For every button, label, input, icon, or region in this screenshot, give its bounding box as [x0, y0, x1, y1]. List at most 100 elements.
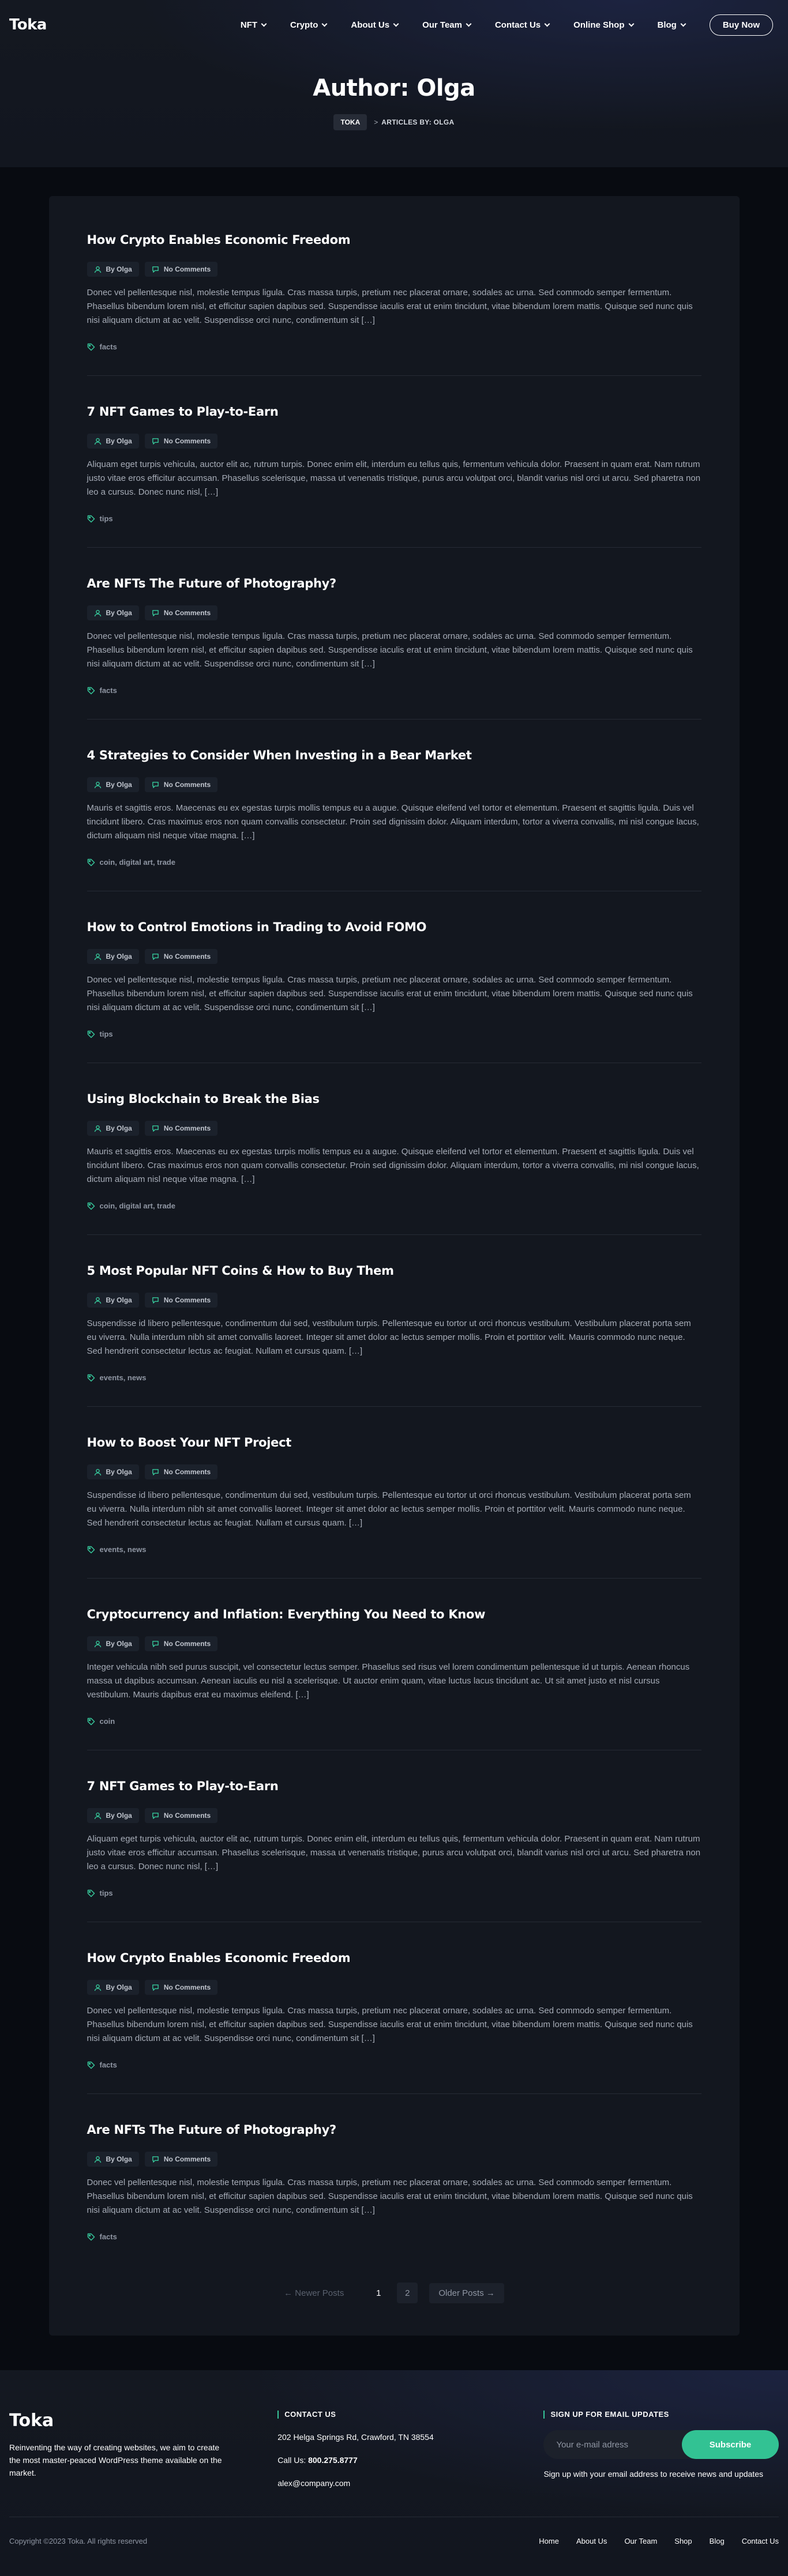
post-tags-links[interactable]: tips — [100, 1889, 113, 1897]
post-author[interactable]: By Olga — [87, 2152, 139, 2167]
post-comments-label: No Comments — [163, 1468, 211, 1476]
post-author[interactable]: By Olga — [87, 1636, 139, 1651]
post-meta: By Olga No Comments — [87, 1808, 701, 1823]
post-author[interactable]: By Olga — [87, 777, 139, 792]
menu-item-blog[interactable]: Blog — [658, 20, 686, 30]
pagination-page-link[interactable]: 2 — [397, 2283, 418, 2303]
menu-item-contact-us[interactable]: Contact Us — [495, 20, 550, 30]
post-tags-links[interactable]: tips — [100, 514, 113, 523]
chevron-down-icon — [261, 21, 267, 27]
post-author-label: By Olga — [106, 1124, 132, 1132]
tag-icon — [87, 515, 95, 522]
post-comments[interactable]: No Comments — [144, 777, 218, 792]
post-author[interactable]: By Olga — [87, 1980, 139, 1995]
post-author[interactable]: By Olga — [87, 605, 139, 620]
post-author[interactable]: By Olga — [87, 262, 139, 277]
site-logo[interactable]: Toka — [9, 16, 47, 33]
post-comments[interactable]: No Comments — [144, 1636, 218, 1651]
post-meta: By Olga No Comments — [87, 434, 701, 449]
menu-item-online-shop[interactable]: Online Shop — [573, 20, 634, 30]
post-tags-links[interactable]: coin, digital art, trade — [100, 1202, 175, 1210]
post-comments[interactable]: No Comments — [144, 1464, 218, 1479]
menu-item-our-team[interactable]: Our Team — [422, 20, 472, 30]
comment-icon — [152, 1468, 159, 1475]
post-tags-links[interactable]: facts — [100, 2061, 117, 2069]
footer-link-contact-us[interactable]: Contact Us — [742, 2537, 779, 2545]
menu-item-nft[interactable]: NFT — [241, 20, 267, 30]
buy-now-button[interactable]: Buy Now — [709, 14, 773, 36]
post-comments[interactable]: No Comments — [144, 434, 218, 449]
post-tags-links[interactable]: facts — [100, 2232, 117, 2241]
footer-contact: CONTACT US 202 Helga Springs Rd, Crawfor… — [277, 2411, 543, 2488]
post-title-link[interactable]: How to Control Emotions in Trading to Av… — [87, 920, 701, 934]
post-comments[interactable]: No Comments — [144, 262, 218, 277]
breadcrumb-home-link[interactable]: TOKA — [333, 114, 367, 130]
post-author[interactable]: By Olga — [87, 434, 139, 449]
post-title-link[interactable]: Are NFTs The Future of Photography? — [87, 577, 701, 590]
post-title-link[interactable]: How Crypto Enables Economic Freedom — [87, 233, 701, 247]
post-author[interactable]: By Olga — [87, 949, 139, 964]
post-item: Are NFTs The Future of Photography? By O… — [87, 577, 701, 720]
menu-item-crypto[interactable]: Crypto — [290, 20, 328, 30]
footer-link-blog[interactable]: Blog — [710, 2537, 725, 2545]
post-title-link[interactable]: How to Boost Your NFT Project — [87, 1436, 701, 1449]
post-title-link[interactable]: 5 Most Popular NFT Coins & How to Buy Th… — [87, 1264, 701, 1278]
main-menu: NFT Crypto About Us Our Team Contact Us … — [241, 14, 779, 36]
tag-icon — [87, 1718, 95, 1725]
post-comments[interactable]: No Comments — [144, 1980, 218, 1995]
tag-icon — [87, 1202, 95, 1210]
footer-logo[interactable]: Toka — [9, 2411, 277, 2431]
post-comments-label: No Comments — [163, 1812, 211, 1820]
post-comments[interactable]: No Comments — [144, 2152, 218, 2167]
footer-link-about-us[interactable]: About Us — [576, 2537, 607, 2545]
footer-signup-heading: SIGN UP FOR EMAIL UPDATES — [543, 2411, 779, 2419]
post-author-label: By Olga — [106, 1468, 132, 1476]
post-comments[interactable]: No Comments — [144, 605, 218, 620]
footer-link-our-team[interactable]: Our Team — [624, 2537, 657, 2545]
post-author[interactable]: By Olga — [87, 1293, 139, 1308]
chevron-down-icon — [680, 21, 686, 27]
pagination-next[interactable]: Older Posts → — [429, 2283, 504, 2303]
post-tags-links[interactable]: events, news — [100, 1373, 147, 1382]
post-title-link[interactable]: How Crypto Enables Economic Freedom — [87, 1951, 701, 1965]
post-item: 7 NFT Games to Play-to-Earn By Olga No C… — [87, 1779, 701, 1922]
post-tags: events, news — [87, 1545, 701, 1554]
footer-email[interactable]: alex@company.com — [277, 2479, 543, 2488]
email-field[interactable] — [543, 2430, 693, 2459]
post-tags-links[interactable]: coin, digital art, trade — [100, 858, 175, 867]
post-comments[interactable]: No Comments — [144, 949, 218, 964]
menu-item-about-us[interactable]: About Us — [351, 20, 399, 30]
post-tags: coin, digital art, trade — [87, 858, 701, 867]
post-title-link[interactable]: 7 NFT Games to Play-to-Earn — [87, 1779, 701, 1793]
post-tags: tips — [87, 514, 701, 523]
chevron-down-icon — [544, 21, 550, 27]
post-excerpt: Aliquam eget turpis vehicula, auctor eli… — [87, 460, 701, 497]
subscribe-button[interactable]: Subscribe — [682, 2430, 779, 2459]
post-comments[interactable]: No Comments — [144, 1121, 218, 1136]
post-author[interactable]: By Olga — [87, 1121, 139, 1136]
post-author[interactable]: By Olga — [87, 1808, 139, 1823]
post-title-link[interactable]: Using Blockchain to Break the Bias — [87, 1092, 701, 1106]
post-meta: By Olga No Comments — [87, 2152, 701, 2167]
post-tags-links[interactable]: events, news — [100, 1545, 147, 1554]
post-title-link[interactable]: Are NFTs The Future of Photography? — [87, 2123, 701, 2137]
post-excerpt: Donec vel pellentesque nisl, molestie te… — [87, 975, 693, 1012]
post-author[interactable]: By Olga — [87, 1464, 139, 1479]
tag-icon — [87, 2061, 95, 2069]
footer-phone-number[interactable]: 800.275.8777 — [308, 2456, 358, 2465]
post-tags-links[interactable]: coin — [100, 1717, 115, 1726]
post-tags-links[interactable]: facts — [100, 342, 117, 351]
post-comments[interactable]: No Comments — [144, 1808, 218, 1823]
post-meta: By Olga No Comments — [87, 1121, 701, 1136]
post-excerpt: Donec vel pellentesque nisl, molestie te… — [87, 2178, 693, 2215]
post-tags-links[interactable]: facts — [100, 686, 117, 695]
post-tags-links[interactable]: tips — [100, 1030, 113, 1038]
footer-link-home[interactable]: Home — [539, 2537, 559, 2545]
post-comments[interactable]: No Comments — [144, 1293, 218, 1308]
post-tags: facts — [87, 2232, 701, 2241]
post-title-link[interactable]: 7 NFT Games to Play-to-Earn — [87, 405, 701, 419]
footer-link-shop[interactable]: Shop — [674, 2537, 692, 2545]
post-title-link[interactable]: 4 Strategies to Consider When Investing … — [87, 748, 701, 762]
post-tags: coin — [87, 1717, 701, 1726]
post-title-link[interactable]: Cryptocurrency and Inflation: Everything… — [87, 1607, 701, 1621]
